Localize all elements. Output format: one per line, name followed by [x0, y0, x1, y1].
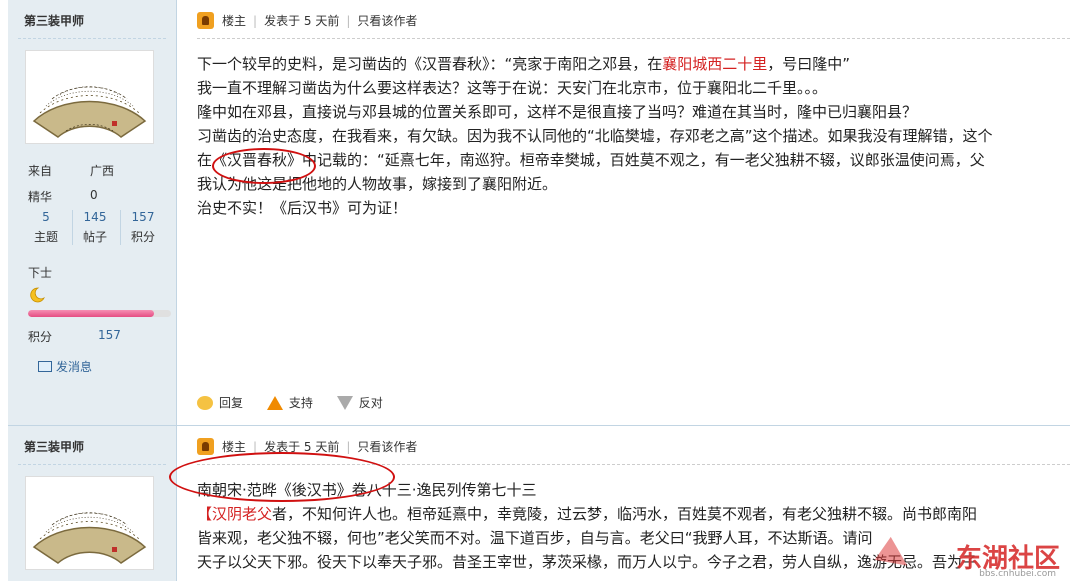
- divider: [18, 38, 166, 39]
- role-label: 楼主: [222, 440, 247, 454]
- post-2: 第三装甲师 楼主 | 发表于 5 天前 | 只看该作者 南朝宋·范晔《後汉书》卷八十三·…: [0, 426, 1070, 581]
- thumb-down-icon: [336, 395, 353, 410]
- stat-threads-count: 5: [42, 210, 50, 224]
- author-only-link[interactable]: 只看该作者: [357, 440, 417, 454]
- points-label: 积分: [28, 330, 53, 344]
- content-line: 我认为他这是把他地的人物故事，嫁接到了襄阳附近。: [197, 175, 558, 193]
- divider: [197, 464, 1070, 465]
- send-message-label: 发消息: [56, 360, 93, 374]
- stat-threads-label: 主题: [33, 230, 58, 244]
- essence-label: 精华: [28, 190, 53, 204]
- stat-credits-count: 157: [131, 210, 155, 224]
- level-progress-fill: [28, 310, 154, 317]
- oppose-button[interactable]: 反对: [336, 395, 383, 410]
- separator: |: [346, 440, 351, 454]
- content-line: 在《汉晋春秋》中记载的：“延熹七年，南巡狩。桓帝幸樊城，百姓莫不观之，有一老父独…: [197, 151, 985, 169]
- divider: [18, 464, 166, 465]
- support-label: 支持: [288, 396, 313, 410]
- stat-credits-label: 积分: [130, 230, 155, 244]
- reply-button[interactable]: 回复: [197, 395, 244, 410]
- post-content: 南朝宋·范晔《後汉书》卷八十三·逸民列传第七十三 【汉阴老父者，不知何许人也。桓…: [197, 478, 1070, 574]
- reply-label: 回复: [219, 396, 244, 410]
- user-sidebar: 第三装甲师: [8, 426, 177, 581]
- text: 下一个较早的史料，是习凿齿的《汉晋春秋》：“亮家于南阳之邓县，在: [197, 55, 663, 73]
- oppose-label: 反对: [358, 396, 383, 410]
- separator: |: [346, 14, 351, 28]
- highlight-text: 襄阳城西二十里: [662, 55, 768, 73]
- username-link[interactable]: 第三装甲师: [24, 438, 84, 455]
- fan-painting-avatar: [32, 86, 147, 138]
- user-stats: 5 主题 145 帖子 157 积分: [24, 210, 164, 246]
- from-value: 广西: [90, 164, 115, 178]
- stat-posts-count: 145: [83, 210, 107, 224]
- text: ，号曰隆中”: [767, 55, 851, 73]
- content-line: 习凿齿的治史态度，在我看来，有欠缺。因为我不认同他的“北临樊墟，存邓老之高”这个…: [197, 127, 993, 145]
- content-line: 天子以父天下邪。役天下以奉天子邪。昔圣王宰世，茅茨采椽，而万人以宁。今子之君，劳…: [197, 553, 978, 571]
- highlight-text: 【汉阴老父: [197, 505, 273, 523]
- content-line: 我一直不理解习凿齿为什么要这样表达？这等于在说：天安门在北京市，位于襄阳北二千里…: [197, 79, 828, 97]
- content-line: 南朝宋·范晔《後汉书》卷八十三·逸民列传第七十三: [197, 481, 537, 499]
- content-line: 下一个较早的史料，是习凿齿的《汉晋春秋》：“亮家于南阳之邓县，在襄阳城西二十里，…: [197, 52, 1070, 76]
- post-time: 发表于 5 天前: [264, 14, 340, 28]
- essence-row: 精华 0: [28, 188, 98, 205]
- stat-threads[interactable]: 5 主题: [24, 210, 68, 245]
- moon-icon: [28, 287, 46, 303]
- thumb-up-icon: [266, 395, 283, 410]
- stat-posts-label: 帖子: [82, 230, 107, 244]
- content-line: 治史不实！《后汉书》可为证！: [197, 199, 408, 217]
- avatar[interactable]: [25, 50, 154, 144]
- fan-painting-avatar: [32, 512, 147, 564]
- post-meta: 楼主 | 发表于 5 天前 | 只看该作者: [197, 12, 417, 30]
- points-row: 积分 157: [28, 328, 121, 345]
- user-rank: 下士: [28, 266, 53, 280]
- post-1: 第三装甲师 来自 广西 精华 0 5 主题 145 帖子 157 积分 下士 积…: [0, 0, 1070, 426]
- divider: [197, 38, 1070, 39]
- watermark-url: bbs.cnhubei.com: [979, 569, 1056, 579]
- stat-credits[interactable]: 157 积分: [120, 210, 165, 245]
- send-message-link[interactable]: 发消息: [38, 358, 92, 375]
- level-progress-bar: [28, 310, 171, 317]
- text: 者，不知何许人也。桓帝延熹中，幸竟陵，过云梦，临沔水，百姓莫不观者，有老父独耕不…: [272, 505, 978, 523]
- separator: |: [253, 14, 258, 28]
- avatar[interactable]: [25, 476, 154, 570]
- points-value: 157: [98, 328, 121, 342]
- username-link[interactable]: 第三装甲师: [24, 12, 84, 29]
- user-sidebar: 第三装甲师 来自 广西 精华 0 5 主题 145 帖子 157 积分 下士 积…: [8, 0, 177, 426]
- essence-value: 0: [90, 188, 98, 202]
- from-label: 来自: [28, 164, 53, 178]
- content-line: 皆来观，老父独不辍，何也”老父笑而不对。温下道百步，自与言。老父曰“我野人耳，不…: [197, 529, 873, 547]
- separator: |: [253, 440, 258, 454]
- stat-posts[interactable]: 145 帖子: [72, 210, 117, 245]
- support-button[interactable]: 支持: [266, 395, 313, 410]
- post-content: 下一个较早的史料，是习凿齿的《汉晋春秋》：“亮家于南阳之邓县，在襄阳城西二十里，…: [197, 52, 1070, 220]
- content-line: 【汉阴老父者，不知何许人也。桓帝延熹中，幸竟陵，过云梦，临沔水，百姓莫不观者，有…: [197, 502, 1070, 526]
- post-body: 楼主 | 发表于 5 天前 | 只看该作者 下一个较早的史料，是习凿齿的《汉晋春秋》：“…: [177, 0, 1070, 426]
- thread-starter-icon: [197, 438, 214, 455]
- post-meta: 楼主 | 发表于 5 天前 | 只看该作者: [197, 438, 417, 456]
- role-label: 楼主: [222, 14, 247, 28]
- envelope-icon: [38, 361, 52, 372]
- author-only-link[interactable]: 只看该作者: [357, 14, 417, 28]
- content-line: 隆中如在邓县，直接说与邓县城的位置关系即可，这样不是很直接了当吗？难道在其当时，…: [197, 103, 918, 121]
- thread-starter-icon: [197, 12, 214, 29]
- post-actions: 回复 支持 反对: [197, 394, 403, 411]
- post-time: 发表于 5 天前: [264, 440, 340, 454]
- from-row: 来自 广西: [28, 162, 114, 179]
- reply-icon: [197, 395, 213, 410]
- post-body: 楼主 | 发表于 5 天前 | 只看该作者 南朝宋·范晔《後汉书》卷八十三·逸民列传第七…: [169, 426, 1070, 581]
